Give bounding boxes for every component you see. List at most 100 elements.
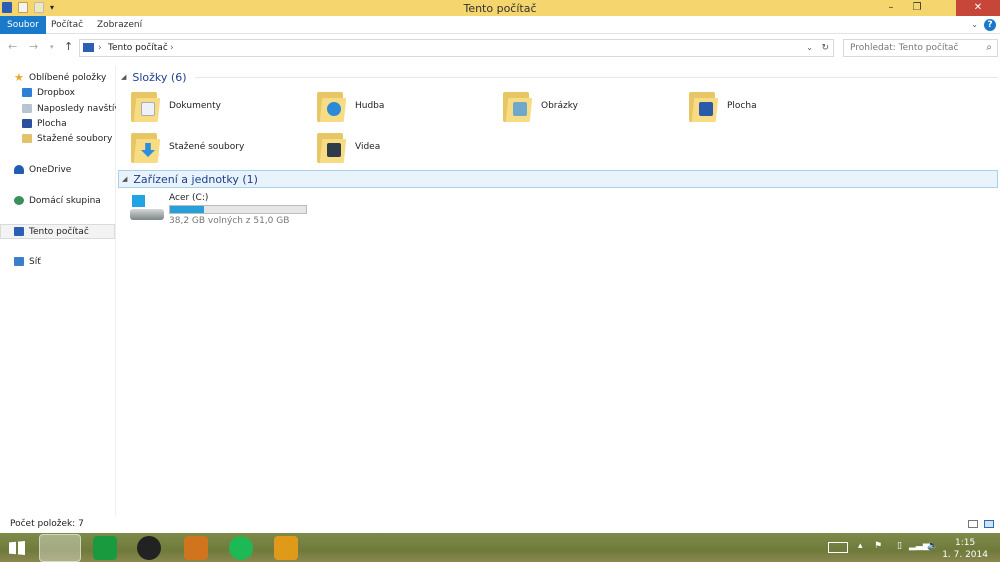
sidebar-item-label: Plocha (37, 118, 67, 129)
sidebar-item-label: Stažené soubory (37, 133, 113, 144)
tab-computer[interactable]: Počítač (44, 16, 90, 34)
drive-name: Acer (C:) (169, 193, 209, 203)
search-icon[interactable]: ⌕ (986, 42, 992, 53)
clock[interactable]: 1:15 1. 7. 2014 (942, 537, 988, 561)
star-icon: ★ (14, 71, 24, 84)
folder-label: Plocha (727, 101, 757, 111)
up-button[interactable]: ↑ (64, 40, 73, 53)
folder-label: Dokumenty (169, 101, 221, 111)
homegroup-icon (14, 196, 24, 205)
sidebar-item-onedrive[interactable]: OneDrive (0, 162, 116, 177)
folder-label: Stažené soubory (169, 142, 245, 152)
navigation-pane: ★ Oblíbené položky Dropbox Naposledy navš… (0, 66, 116, 516)
clock-time: 1:15 (954, 538, 976, 548)
breadcrumb-separator: › (98, 43, 102, 53)
sidebar-item-label: Oblíbené položky (29, 72, 107, 83)
ribbon: Soubor Počítač Zobrazení ⌄ ? (0, 16, 1000, 34)
title-bar: ▾ Tento počítač – ❐ ✕ (0, 0, 1000, 16)
volume-icon[interactable]: 🔈 (927, 541, 938, 551)
sidebar-item-label: Tento počítač (29, 226, 89, 237)
group-header-folders[interactable]: ◢ Složky (6) (118, 69, 998, 85)
large-icons-view-icon[interactable] (984, 520, 994, 528)
sidebar-item-network[interactable]: Síť (0, 254, 116, 269)
folder-label: Videa (355, 142, 381, 152)
desktop-icon (22, 119, 32, 128)
drive-usage-bar (169, 205, 307, 214)
taskbar-store[interactable] (93, 536, 117, 560)
taskbar-camera-app[interactable] (184, 536, 208, 560)
breadcrumb-this-pc[interactable]: Tento počítač (108, 43, 168, 53)
downloads-folder-icon (22, 134, 32, 143)
flag-icon[interactable]: ⚑ (874, 541, 882, 551)
drive-usage-fill (170, 206, 204, 213)
cloud-icon (14, 165, 24, 174)
folder-videos[interactable]: Videa (317, 131, 380, 163)
desktop-folder-icon (689, 90, 719, 122)
address-dropdown-icon[interactable]: ⌄ (806, 43, 813, 52)
pictures-folder-icon (503, 90, 533, 122)
folder-downloads[interactable]: Stažené soubory (131, 131, 244, 163)
sidebar-item-dropbox[interactable]: Dropbox (0, 85, 116, 100)
folder-pictures[interactable]: Obrázky (503, 90, 578, 122)
videos-folder-icon (317, 131, 347, 163)
maximize-button[interactable]: ❐ (904, 0, 930, 16)
show-hidden-icons[interactable]: ▴ (858, 541, 863, 551)
address-box[interactable]: › Tento počítač › ⌄ ↻ (79, 39, 834, 57)
start-button[interactable] (9, 541, 25, 555)
taskbar-file-explorer[interactable] (39, 534, 81, 562)
window-title: Tento počítač (463, 2, 537, 15)
details-view-icon[interactable] (968, 520, 978, 528)
computer-icon (14, 227, 24, 236)
computer-icon (83, 43, 94, 52)
forward-button[interactable]: → (29, 40, 38, 53)
sidebar-item-label: Naposledy navštívené (37, 103, 116, 114)
sidebar-item-recent[interactable]: Naposledy navštívené (0, 101, 116, 116)
music-folder-icon (317, 90, 347, 122)
close-button[interactable]: ✕ (956, 0, 1000, 16)
folder-label: Hudba (355, 101, 385, 111)
refresh-icon[interactable]: ↻ (821, 43, 829, 53)
folder-label: Obrázky (541, 101, 578, 111)
breadcrumb-separator[interactable]: › (170, 43, 174, 53)
taskbar-notes-app[interactable] (274, 536, 298, 560)
collapse-icon[interactable]: ◢ (121, 73, 126, 81)
sidebar-item-label: Síť (29, 256, 41, 267)
minimize-button[interactable]: – (878, 0, 904, 16)
help-button[interactable]: ? (984, 19, 996, 31)
collapse-icon[interactable]: ◢ (122, 175, 127, 183)
folder-desktop[interactable]: Plocha (689, 90, 757, 122)
recent-places-icon (22, 104, 32, 113)
drive-free-space: 38,2 GB volných z 51,0 GB (169, 216, 290, 226)
status-item-count: Počet položek: 7 (10, 519, 84, 529)
group-header-devices[interactable]: ◢ Zařízení a jednotky (1) (118, 170, 998, 188)
documents-folder-icon (131, 90, 161, 122)
sidebar-item-label: Dropbox (37, 87, 75, 98)
drive-c[interactable]: Acer (C:) 38,2 GB volných z 51,0 GB (130, 193, 307, 226)
sidebar-item-desktop[interactable]: Plocha (0, 116, 116, 131)
folder-documents[interactable]: Dokumenty (131, 90, 221, 122)
dropbox-icon (22, 88, 32, 97)
back-button[interactable]: ← (8, 40, 17, 53)
group-title: Složky (6) (132, 70, 187, 84)
expand-ribbon-icon[interactable]: ⌄ (971, 20, 978, 29)
sidebar-item-downloads[interactable]: Stažené soubory (0, 131, 116, 146)
sidebar-item-favorites[interactable]: ★ Oblíbené položky (0, 70, 116, 85)
network-icon (14, 257, 24, 266)
sidebar-item-this-pc[interactable]: Tento počítač (0, 224, 115, 239)
keyboard-icon[interactable] (828, 542, 848, 553)
folder-music[interactable]: Hudba (317, 90, 384, 122)
hard-drive-icon (130, 193, 164, 223)
sidebar-item-homegroup[interactable]: Domácí skupina (0, 193, 116, 208)
address-bar-row: ← → ▾ ↑ › Tento počítač › ⌄ ↻ Prohledat:… (0, 38, 1000, 58)
taskbar-media-app[interactable] (137, 536, 161, 560)
group-title: Zařízení a jednotky (1) (133, 172, 258, 186)
tab-file[interactable]: Soubor (0, 16, 46, 34)
taskbar-spotify[interactable] (229, 536, 253, 560)
battery-icon[interactable]: ▯ (897, 541, 902, 551)
tab-view[interactable]: Zobrazení (90, 16, 149, 34)
sidebar-item-label: OneDrive (29, 164, 72, 175)
downloads-folder-icon (131, 131, 161, 163)
recent-dropdown-icon[interactable]: ▾ (50, 43, 54, 51)
search-input[interactable]: Prohledat: Tento počítač (843, 39, 998, 57)
taskbar: ▴ ⚑ ▯ ▂▃▅ 🔈 1:15 1. 7. 2014 (0, 533, 1000, 562)
